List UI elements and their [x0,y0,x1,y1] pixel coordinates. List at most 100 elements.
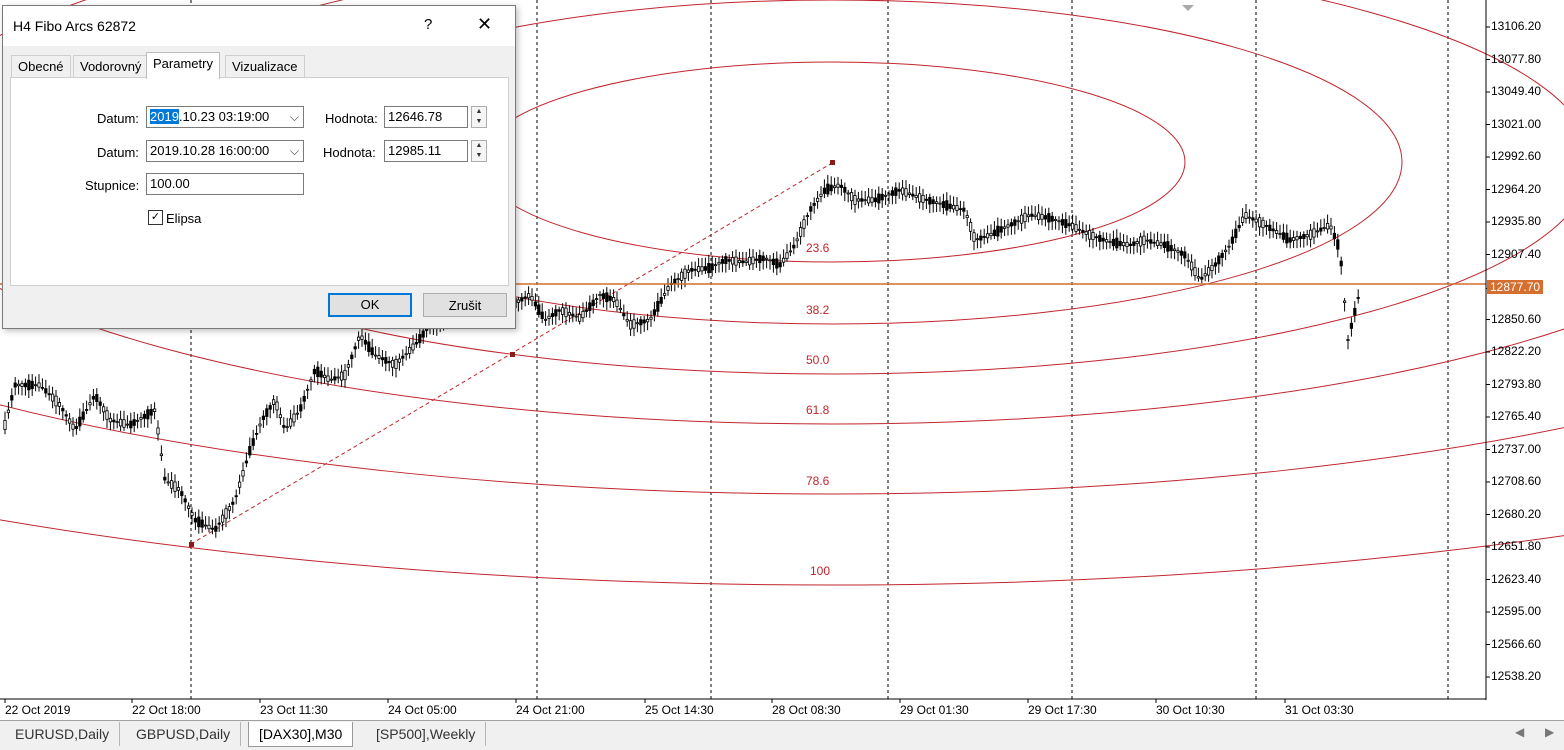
candle-body [516,299,521,303]
candle-body [13,382,17,388]
candle-body [183,498,187,503]
candle-body [557,309,561,312]
candle-body [1142,235,1146,245]
symbol-tab-eurusd[interactable]: EURUSD,Daily [5,722,121,746]
candle-body [193,517,197,523]
candle-body [214,525,218,532]
candle-body [166,481,170,484]
candle-body [78,416,82,427]
fib-level-label: 100 [810,564,831,578]
candle-body [737,259,742,263]
candle-body [1227,245,1231,248]
candle-body [880,193,884,201]
candle-body [1343,300,1347,303]
candle-body [595,298,599,300]
tab-parameters[interactable]: Parametry [146,52,220,79]
scale-input[interactable]: 100.00 [146,173,304,195]
candle-body [139,417,143,420]
candle-body [1217,255,1221,265]
candle-body [941,201,946,208]
dialog-titlebar[interactable]: H4 Fibo Arcs 62872 ? ✕ [3,6,515,46]
ok-button[interactable]: OK [328,293,412,317]
candle-body [112,419,116,423]
candle-body [744,260,748,263]
close-icon[interactable]: ✕ [477,14,492,35]
candle-body [877,193,881,204]
time-tick-label: 24 Oct 21:00 [516,703,585,717]
candle-body [384,357,388,364]
value2-stepper[interactable]: ▲ ▼ [471,140,487,162]
chevron-down-icon[interactable]: ⌵ [290,141,299,161]
symbol-tab-gbpusd[interactable]: GBPUSD,Daily [126,722,242,746]
candle-body [292,413,296,423]
candle-body [411,343,415,351]
candle-body [714,264,718,267]
price-tick-label: 12877.70 [1487,280,1544,295]
tab-visualization[interactable]: Vizualizace [225,55,305,78]
candle-body [268,405,272,410]
spin-up-icon[interactable]: ▲ [472,107,486,117]
candle-body [1251,217,1255,221]
candle-body [329,378,334,381]
candle-body [945,200,949,211]
candle-body [1349,322,1353,329]
candle-body [1275,230,1279,234]
candle-body [299,404,303,412]
candle-body [1156,240,1160,246]
price-tick-label: 13077.80 [1491,51,1542,66]
candle-body [812,202,816,206]
date1-picker[interactable]: 2019.10.23 03:19:00 ⌵ [146,106,304,128]
chevron-down-icon[interactable]: ⌵ [290,107,299,127]
candle-body [717,261,721,265]
candle-body [639,319,643,326]
scroll-right-icon[interactable]: ▶ [1545,725,1554,739]
candle-body [1220,252,1224,258]
price-tick-label: 12538.20 [1491,669,1542,683]
candle-body [894,187,898,196]
candle-body [792,244,796,249]
candle-body [40,386,45,389]
candle-body [1254,218,1258,223]
candle-body [421,330,425,338]
candle-body [1026,214,1030,218]
ellipse-checkbox[interactable]: ✓ [148,210,163,225]
candle-body [581,310,585,319]
date2-picker[interactable]: 2019.10.28 16:00:00 ⌵ [146,140,304,162]
value1-stepper[interactable]: ▲ ▼ [471,106,487,128]
spin-up-icon[interactable]: ▲ [472,141,486,151]
candle-body [356,336,361,341]
candle-body [1043,215,1047,220]
dialog-title: H4 Fibo Arcs 62872 [13,18,136,34]
candle-body [1077,228,1081,231]
ellipse-label: Elipsa [166,211,202,226]
candle-body [1234,228,1238,239]
symbol-tab-dax30[interactable]: [DAX30],M30 [248,722,354,747]
candle-body [336,376,340,379]
candle-body [833,185,837,189]
value1-input[interactable]: 12646.78 [384,106,468,128]
candle-body [809,206,813,212]
candle-body [1166,241,1170,252]
help-button[interactable]: ? [424,16,432,33]
candle-body [1009,222,1014,227]
candle-body [30,380,34,390]
candle-body [873,197,878,203]
candle-body [373,354,378,357]
time-tick-label: 29 Oct 17:30 [1028,703,1097,717]
tab-horizontal[interactable]: Vodorovný [73,55,149,78]
candle-body [404,353,408,356]
tab-general[interactable]: Obecné [11,55,71,78]
price-tick-label: 12737.00 [1491,441,1542,456]
value2-input[interactable]: 12985.11 [384,140,468,162]
date1-rest: .10.23 03:19:00 [178,109,270,124]
scroll-left-icon[interactable]: ◀ [1515,725,1524,739]
candle-body [996,225,1000,237]
spin-down-icon[interactable]: ▼ [472,151,486,161]
cancel-button[interactable]: Zrušit [423,293,507,317]
candle-body [591,299,595,306]
symbol-tab-sp500[interactable]: [SP500],Weekly [366,722,487,746]
spin-down-icon[interactable]: ▼ [472,117,486,127]
candle-body [588,302,592,312]
candle-body [1278,233,1282,235]
candle-body [10,395,14,401]
